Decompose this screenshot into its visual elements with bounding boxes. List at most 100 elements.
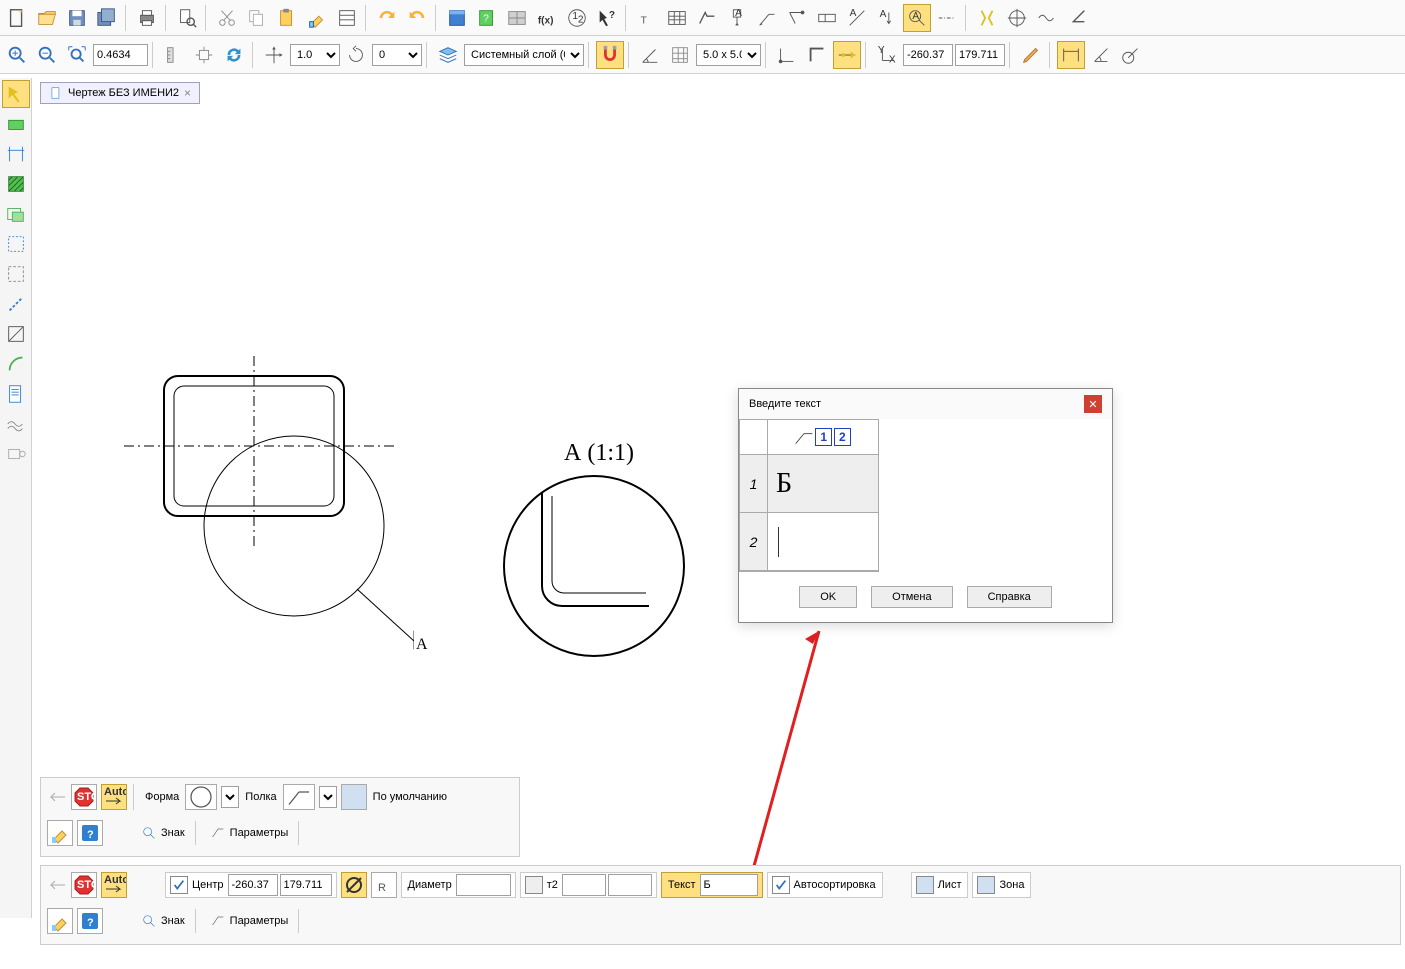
layer-select[interactable]: Системный слой (0) [464,44,584,66]
move-origin-icon[interactable] [260,41,288,69]
zoom-out-icon[interactable] [33,41,61,69]
save-icon[interactable] [63,4,91,32]
text-cell-1[interactable]: Б [768,455,878,512]
center-mark-icon[interactable] [1003,4,1031,32]
document-tab[interactable]: Чертеж БЕЗ ИМЕНИ2 × [40,82,200,104]
leader-line-icon[interactable] [753,4,781,32]
auto-button-2[interactable]: Auto [101,872,127,898]
side-line-icon[interactable] [2,320,30,348]
polka-button[interactable] [283,784,315,810]
autosort-check[interactable] [772,876,790,894]
dim-angular-icon[interactable] [1087,41,1115,69]
corner-icon[interactable] [1063,4,1091,32]
text-cell-2[interactable] [768,513,878,570]
dim-linear-icon[interactable] [1057,41,1085,69]
zoom-input[interactable] [93,44,148,66]
layers-icon[interactable] [434,41,462,69]
back-arrow-icon-2[interactable] [47,878,67,892]
forma-select[interactable] [221,786,239,808]
cancel-button[interactable]: Отмена [871,586,952,608]
open-icon[interactable] [33,4,61,32]
pan-tool-icon[interactable] [190,41,218,69]
grid-icon[interactable] [666,41,694,69]
zoom-in-icon[interactable] [3,41,31,69]
detail-view-icon[interactable]: A [903,4,931,32]
t2-check[interactable] [525,876,543,894]
arrow-view-icon[interactable]: A [873,4,901,32]
radius-symbol-button[interactable]: R [371,872,397,898]
side-arc-icon[interactable] [2,350,30,378]
zoom-fit-icon[interactable] [63,41,91,69]
table-icon[interactable] [663,4,691,32]
default-toggle[interactable] [341,784,367,810]
copy-icon[interactable] [243,4,271,32]
variables-icon[interactable] [503,4,531,32]
side-edit-icon[interactable] [2,230,30,258]
edit-pencil-icon[interactable] [1017,41,1045,69]
grid-select[interactable]: 5.0 x 5.0 [696,44,761,66]
stop-button-2[interactable]: STOP [71,872,97,898]
brush-button[interactable] [47,820,73,846]
side-dimension-icon[interactable] [2,140,30,168]
function-icon[interactable]: f(x) [533,4,561,32]
text-tool-icon[interactable]: T [633,4,661,32]
dim-radial-icon[interactable] [1117,41,1145,69]
snap-icon[interactable] [596,41,624,69]
scale-select[interactable]: 1.0 [290,44,340,66]
list-indicator[interactable] [916,876,934,894]
side-wave-icon[interactable] [2,410,30,438]
coord-y-input[interactable] [955,44,1005,66]
rotation-select[interactable]: 0 [372,44,422,66]
geom-tol-icon[interactable] [813,4,841,32]
center-y-input[interactable] [280,874,332,896]
create-icon[interactable] [2,80,30,108]
save-all-icon[interactable] [93,4,121,32]
print-icon[interactable] [133,4,161,32]
refresh-icon[interactable] [220,41,248,69]
center-check[interactable] [170,876,188,894]
new-icon[interactable] [3,4,31,32]
properties-icon[interactable] [333,4,361,32]
help-query-button[interactable]: ? [77,820,103,846]
field-2-indicator[interactable]: 2 [834,428,851,446]
side-measure-icon[interactable] [2,290,30,318]
t2-x-input[interactable] [562,874,606,896]
break-icon[interactable] [973,4,1001,32]
snap-enable-icon[interactable] [833,41,861,69]
tab-parametry-2[interactable]: Параметры [200,909,300,933]
dialog-close-button[interactable]: ✕ [1084,395,1102,413]
format-painter-icon[interactable] [303,4,331,32]
side-rect2-icon[interactable] [2,200,30,228]
forma-circle-button[interactable] [185,784,217,810]
back-arrow-icon[interactable] [47,790,67,804]
side-rect-icon[interactable] [2,110,30,138]
center-x-input[interactable] [228,874,278,896]
numbering-icon[interactable]: 12 [563,4,591,32]
centerline-icon[interactable] [933,4,961,32]
roughness-icon[interactable] [693,4,721,32]
help-query-icon[interactable]: ? [473,4,501,32]
help-button[interactable]: Справка [967,586,1052,608]
text-value-input[interactable] [700,874,758,896]
paste-icon[interactable] [273,4,301,32]
side-view-icon[interactable] [2,440,30,468]
t2-y-input[interactable] [608,874,652,896]
polka-select[interactable] [319,786,337,808]
datum-icon[interactable]: A [723,4,751,32]
help-query-button-2[interactable]: ? [77,908,103,934]
angle-snap-icon[interactable] [636,41,664,69]
diameter-symbol-button[interactable] [341,872,367,898]
tolerance-icon[interactable] [783,4,811,32]
side-hatch-icon[interactable] [2,170,30,198]
tab-znak[interactable]: Знак [131,821,196,845]
zone-indicator[interactable] [977,876,995,894]
tab-znak-2[interactable]: Знак [131,909,196,933]
section-line-icon[interactable]: A [843,4,871,32]
tab-close-icon[interactable]: × [184,86,191,100]
library-icon[interactable] [443,4,471,32]
coord-icon[interactable]: YX [873,41,901,69]
stop-button[interactable]: STOP [71,784,97,810]
redo-icon[interactable] [403,4,431,32]
ortho-icon[interactable] [803,41,831,69]
coord-x-input[interactable] [903,44,953,66]
